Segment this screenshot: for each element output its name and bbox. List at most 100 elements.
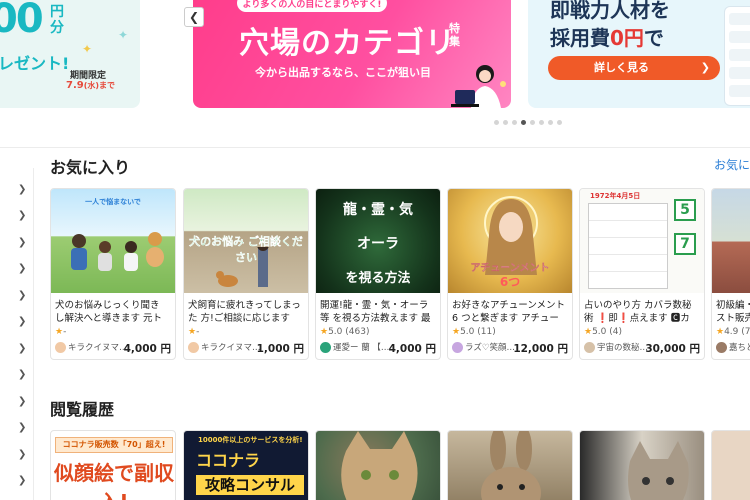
number-box: 7 <box>674 233 696 255</box>
service-card[interactable]: 龍・霊・気 オーラ を視る方法 開運!龍・霊・気・オーラ等 を視る方法教えます … <box>315 188 441 360</box>
service-rating: ★5.0 (11) <box>452 327 496 337</box>
history-card[interactable] <box>711 430 750 500</box>
carousel-dot[interactable] <box>503 120 508 125</box>
sidebar-category-expand[interactable]: ❯ <box>18 210 26 221</box>
carousel-dot[interactable] <box>494 120 499 125</box>
banner-left-amount: 00 <box>0 0 44 42</box>
seller-name: キラクイヌマ… <box>201 343 261 353</box>
service-rating: ★- <box>55 327 67 337</box>
sidebar-category-expand[interactable]: ❯ <box>18 475 26 486</box>
seller-avatar <box>320 341 331 353</box>
service-thumbnail: アチューンメント 6つ <box>448 189 572 293</box>
service-thumbnail <box>712 189 750 293</box>
carousel-dot[interactable] <box>530 120 535 125</box>
service-card[interactable]: 犬のお悩み ご相談ください 犬飼育に疲れきってしまった 方!ご相談に応じます ス… <box>183 188 309 360</box>
category-sidebar: ❯ ❯ ❯ ❯ ❯ ❯ ❯ ❯ ❯ ❯ ❯ ❯ <box>0 168 34 500</box>
seller-avatar <box>584 341 595 353</box>
sidebar-category-expand[interactable]: ❯ <box>18 290 26 301</box>
sidebar-category-expand[interactable]: ❯ <box>18 343 26 354</box>
cat-photo <box>628 441 689 500</box>
service-footer: キラクイヌマ… 4,000 円 <box>55 341 171 355</box>
history-card[interactable]: ココナラ販売数「70」超え! 似顔絵で副収入! <box>50 430 176 500</box>
service-footer: キラクイヌマ… 1,000 円 <box>188 341 304 355</box>
sidebar-category-expand[interactable]: ❯ <box>18 396 26 407</box>
banner-center-subtitle: 今から出品するなら、ここが狙い目 <box>255 66 431 79</box>
service-title: 犬飼育に疲れきってしまった 方!ご相談に応じます ス… <box>188 300 301 324</box>
carousel-dot[interactable] <box>548 120 553 125</box>
service-thumbnail: 一人で悩まないで <box>51 189 175 293</box>
seller-avatar <box>716 341 727 353</box>
history-card-badge: 10000件以上のサービスを分析! <box>198 436 303 444</box>
family-with-dog-illustration <box>71 232 164 271</box>
history-card-badge: ココナラ販売数「70」超え! <box>55 437 173 453</box>
sidebar-category-expand[interactable]: ❯ <box>18 316 26 327</box>
history-card[interactable]: 10000件以上のサービスを分析! ココナラ 攻略コンサル <box>183 430 309 500</box>
service-card[interactable]: 一人で悩まないで 犬のお悩みじっくり聞き し解決へと導きます 元トリマ… ★- … <box>50 188 176 360</box>
seller-avatar <box>188 341 199 353</box>
sidebar-category-expand[interactable]: ❯ <box>18 422 26 433</box>
banner-right-line2: 採用費0円で <box>550 26 664 50</box>
star-icon: ★ <box>55 327 64 337</box>
service-thumbnail: 龍・霊・気 オーラ を視る方法 <box>316 189 440 293</box>
service-price: 12,000 円 <box>513 343 568 355</box>
service-card[interactable]: 初級編・ スト販売 ★4.9 (7 嘉ちと <box>711 188 750 360</box>
page-root: 00 円分 ✦ ✦ レゼント! 期間限定 7.9(水)まで より多くの人の目にと… <box>0 0 750 500</box>
banner-center-tagline: より多くの人の目にとまりやすく! <box>237 0 387 12</box>
service-card[interactable]: アチューンメント 6つ お好きなアチューンメント6 つと繋ぎます アチューン… … <box>447 188 573 360</box>
history-card-headline: 似顔絵で副収入! <box>54 461 174 500</box>
history-heading: 閲覧履歴 <box>50 400 115 419</box>
carousel-dot-active[interactable] <box>521 120 526 125</box>
sidebar-category-expand[interactable]: ❯ <box>18 184 26 195</box>
history-card[interactable] <box>579 430 705 500</box>
service-card[interactable]: 1972年4月5日 5 7 占いのやり方 カバラ数秘術 ❗即❗点えます 🅲カバ…… <box>579 188 705 360</box>
sidebar-category-expand[interactable]: ❯ <box>18 369 26 380</box>
service-rating: ★5.0 (463) <box>320 327 370 337</box>
service-title: 開運!龍・霊・気・オーラ等 を視る方法教えます 最短… <box>320 300 431 324</box>
rabbit-photo <box>481 431 541 500</box>
seller-name: 運愛ー 蘭 【… <box>333 343 390 353</box>
service-footer: 嘉ちと <box>716 341 750 355</box>
history-card[interactable] <box>447 430 573 500</box>
sparkle-icon: ✦ <box>118 28 129 42</box>
service-title: お好きなアチューンメント6 つと繋ぎます アチューン… <box>452 300 566 324</box>
carousel-dot[interactable] <box>512 120 517 125</box>
person-walking-dog-illustration <box>216 247 269 287</box>
history-card[interactable] <box>315 430 441 500</box>
banner-right-details-button[interactable]: 詳しく見る ❯ <box>548 56 720 80</box>
history-card-headline: 攻略コンサル <box>196 475 304 495</box>
carousel-pagination <box>494 120 562 125</box>
service-price: 4,000 円 <box>388 343 436 355</box>
sidebar-category-expand[interactable]: ❯ <box>18 449 26 460</box>
numerology-chart <box>588 203 668 289</box>
star-icon: ★ <box>188 327 197 337</box>
service-title: 犬のお悩みじっくり聞き し解決へと導きます 元トリマ… <box>55 300 163 324</box>
banner-center-tokushu: 特集 <box>449 22 460 48</box>
sidebar-category-expand[interactable]: ❯ <box>18 237 26 248</box>
service-price: 1,000 円 <box>256 343 304 355</box>
sidebar-category-expand[interactable]: ❯ <box>18 263 26 274</box>
service-rating: ★- <box>188 327 200 337</box>
seller-name: キラクイヌマ… <box>68 343 128 353</box>
carousel-dot[interactable] <box>539 120 544 125</box>
section-divider <box>0 147 750 148</box>
carousel-dot[interactable] <box>557 120 562 125</box>
service-title: 占いのやり方 カバラ数秘術 ❗即❗点えます 🅲カバ… <box>584 300 692 324</box>
campaign-banner-left[interactable]: 00 円分 ✦ ✦ レゼント! 期間限定 7.9(水)まで <box>0 0 140 108</box>
star-icon: ★ <box>320 327 329 337</box>
sparkle-icon: ✦ <box>82 42 93 56</box>
number-box: 5 <box>674 199 696 221</box>
service-footer: ラズ♡笑顔… 12,000 円 <box>452 341 568 355</box>
favorites-see-all-link[interactable]: お気に <box>714 156 750 173</box>
service-footer: 運愛ー 蘭 【… 4,000 円 <box>320 341 436 355</box>
campaign-banner-center[interactable]: より多くの人の目にとまりやすく! 穴場のカテゴリ 特集 今から出品するなら、ここ… <box>193 0 511 108</box>
seller-avatar <box>452 341 463 353</box>
woman-with-laptop-illustration <box>451 65 506 108</box>
phone-mockup <box>724 6 750 106</box>
seller-avatar <box>55 341 66 353</box>
service-thumbnail: 犬のお悩み ご相談ください <box>184 189 308 293</box>
banner-left-present: レゼント! <box>0 54 70 73</box>
campaign-banner-right[interactable]: 即戦力人材を 採用費0円で 詳しく見る ❯ <box>528 0 750 108</box>
service-rating: ★4.9 (7 <box>716 327 750 337</box>
carousel-prev-button[interactable]: ❮ <box>184 7 204 27</box>
banner-left-date: 7.9(水)まで <box>66 80 116 91</box>
